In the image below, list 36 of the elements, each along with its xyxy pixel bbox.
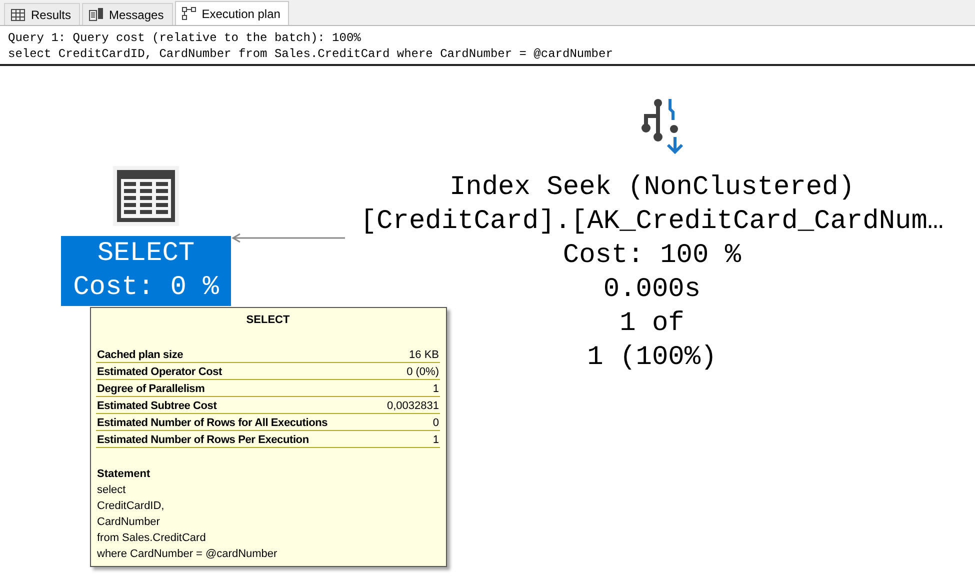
tab[interactable]: Messages: [82, 3, 173, 25]
property-value: 16 KB: [409, 349, 439, 361]
statement-line: select: [97, 483, 127, 498]
property-label: Cached plan size: [97, 349, 184, 361]
property-value: 0 (0%): [406, 366, 439, 378]
query-text: Query 1: Query cost (relative to the batch): 100%: [8, 30, 362, 46]
tab[interactable]: Execution plan: [174, 1, 290, 25]
operator-label[interactable]: Index Seek (NonClustered): [449, 171, 855, 205]
property-value: 0: [432, 417, 439, 429]
property-label: Degree of Parallelism: [97, 383, 205, 395]
table-icon: [113, 166, 179, 226]
tooltip-title: SELECT: [245, 314, 291, 326]
property-label: Estimated Subtree Cost: [97, 400, 217, 412]
tab[interactable]: Results: [4, 3, 80, 25]
index-seek-icon: [640, 99, 684, 157]
operator-label[interactable]: Cost: 100 %: [562, 239, 742, 273]
operator-label[interactable]: 1 (100%): [587, 341, 717, 375]
diagram-icon: [182, 7, 196, 20]
statement-line: where CardNumber = @cardNumber: [97, 547, 278, 562]
property-label: Estimated Number of Rows for All Executions: [97, 417, 328, 429]
query-text: select CreditCardID, CardNumber from Sales.CreditCard where CardNumber = @cardNumber: [8, 46, 614, 62]
property-label: Estimated Number of Rows Per Execution: [97, 434, 309, 446]
statement-line: CardNumber: [97, 515, 161, 530]
property-label: Estimated Operator Cost: [97, 366, 222, 378]
property-value: 1: [432, 434, 439, 446]
document-icon: [89, 8, 104, 21]
grid-icon: [11, 8, 25, 20]
statement-line: CreditCardID,: [97, 499, 166, 514]
property-value: 0,0032831: [387, 400, 439, 412]
statement-line: from Sales.CreditCard: [97, 531, 207, 546]
operator-label[interactable]: 0.000s: [603, 273, 701, 307]
operator-label[interactable]: 1 of: [620, 307, 684, 341]
operator-label[interactable]: SELECT Cost: 0 %: [61, 236, 231, 306]
operator-label[interactable]: [CreditCard].[AK_CreditCard_CardNum…: [360, 205, 944, 239]
statement-heading: Statement: [97, 467, 152, 482]
property-value: 1: [432, 383, 439, 395]
